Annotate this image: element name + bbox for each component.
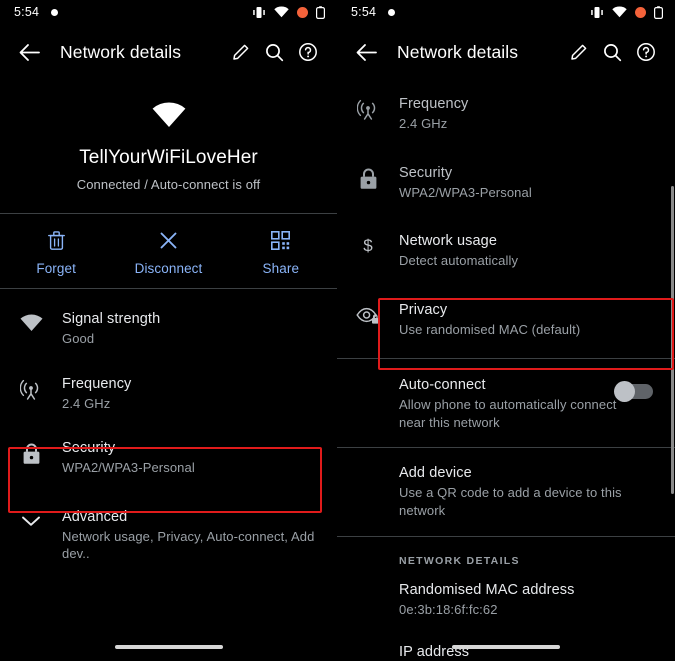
list-item-subtitle: WPA2/WPA3-Personal [399, 184, 532, 200]
list-item-subtitle: Use randomised MAC (default) [399, 321, 581, 337]
antenna-icon [0, 376, 62, 401]
edit-icon[interactable] [223, 35, 257, 69]
action-button-row: Forget Disconnect Share [0, 214, 337, 288]
network-status: Connected / Auto-connect is off [76, 177, 261, 192]
lock-icon [337, 165, 399, 190]
wifi-icon [612, 6, 627, 18]
list-item-subtitle: 2.4 GHz [62, 395, 111, 411]
disconnect-button[interactable]: Disconnect [112, 228, 224, 276]
search-icon[interactable] [257, 35, 291, 69]
list-item-frequency[interactable]: Frequency 2.4 GHz [337, 82, 675, 147]
list-item-title: Security [399, 164, 453, 181]
list-item-security[interactable]: Security WPA2/WPA3-Personal [0, 426, 337, 491]
trash-icon [0, 228, 112, 252]
list-item-randomised-mac[interactable]: Randomised MAC address 0e:3b:18:6f:fc:62 [337, 571, 675, 630]
battery-icon [316, 5, 325, 19]
svg-text:$: $ [363, 236, 373, 255]
list-item-title: Frequency [62, 375, 132, 392]
wifi-icon [0, 311, 62, 332]
list-item-subtitle: Good [62, 331, 95, 346]
dollar-icon: $ [337, 233, 399, 256]
network-ssid: TellYourWiFiLoveHer [79, 147, 258, 168]
list-item-subtitle: WPA2/WPA3-Personal [62, 460, 195, 476]
status-bar: 5:54 [0, 0, 337, 24]
chevron-down-icon [0, 509, 62, 527]
list-item-add-device[interactable]: Add device Use a QR code to add a device… [337, 448, 675, 536]
list-item-title: Security [62, 440, 116, 457]
list-item-auto-connect[interactable]: Auto-connect Allow phone to automaticall… [337, 359, 675, 447]
list-item-subtitle: 2.4 GHz [399, 116, 448, 131]
list-item-security[interactable]: Security WPA2/WPA3-Personal [337, 147, 675, 216]
advanced-subtitle: Network usage, Privacy, Auto-connect, Ad… [62, 528, 315, 562]
auto-connect-subtitle: Allow phone to automatically connect nea… [399, 397, 617, 430]
list-item-subtitle: Detect automatically [399, 253, 519, 269]
section-header-network-details: NETWORK DETAILS [399, 555, 520, 568]
disconnect-label: Disconnect [134, 261, 203, 276]
navigation-pill[interactable] [452, 645, 560, 649]
right-phone-screen: 5:54 Network details Frequency 2.4 GHz S… [337, 0, 675, 661]
toggle-knob [614, 381, 635, 403]
close-icon [112, 228, 224, 252]
status-bar-time: 5:54 [351, 5, 377, 19]
auto-connect-title: Auto-connect [399, 377, 486, 394]
orange-status-dot-icon [297, 6, 308, 18]
add-device-subtitle: Use a QR code to add a device to this ne… [399, 485, 622, 518]
list-item-network-usage[interactable]: $ Network usage Detect automatically [337, 215, 675, 284]
back-arrow-icon[interactable] [14, 37, 44, 67]
navigation-pill[interactable] [114, 645, 223, 649]
back-arrow-icon[interactable] [351, 37, 381, 67]
edit-icon[interactable] [561, 35, 595, 69]
page-title: Network details [60, 41, 182, 62]
eye-lock-icon [337, 302, 399, 325]
vibrate-icon [253, 6, 265, 18]
help-icon[interactable] [629, 35, 663, 69]
lock-icon [0, 440, 62, 465]
antenna-icon [337, 96, 399, 121]
network-hero: TellYourWiFiLoveHer Connected / Auto-con… [0, 80, 337, 192]
status-bar-time: 5:54 [14, 5, 40, 19]
list-item-title: Privacy [399, 301, 448, 318]
wifi-icon [152, 102, 186, 133]
help-icon[interactable] [291, 35, 325, 69]
qr-code-icon [225, 228, 337, 252]
notification-dot-icon [51, 8, 59, 16]
list-item-privacy[interactable]: Privacy Use randomised MAC (default) [337, 284, 675, 353]
orange-status-dot-icon [635, 6, 646, 18]
share-button[interactable]: Share [225, 228, 337, 276]
forget-button[interactable]: Forget [0, 228, 112, 276]
list-item-title: Signal strength [62, 311, 161, 327]
status-bar: 5:54 [337, 0, 675, 24]
list-item-frequency[interactable]: Frequency 2.4 GHz [0, 362, 337, 427]
detail-title: Randomised MAC address [399, 582, 575, 599]
app-bar: Network details [0, 24, 337, 80]
vibrate-icon [591, 6, 603, 18]
wifi-icon [274, 6, 289, 18]
dual-screenshot: 5:54 Network details TellYourWiFiLoveHer… [0, 0, 675, 661]
notification-dot-icon [388, 8, 396, 16]
auto-connect-toggle[interactable] [614, 381, 653, 403]
list-item-signal-strength[interactable]: Signal strength Good [0, 297, 337, 362]
app-bar: Network details [337, 24, 675, 80]
list-item-advanced[interactable]: Advanced Network usage, Privacy, Auto-co… [0, 491, 337, 577]
left-phone-screen: 5:54 Network details TellYourWiFiLoveHer… [0, 0, 337, 661]
advanced-title: Advanced [62, 508, 128, 525]
list-item-title: Frequency [399, 96, 469, 112]
search-icon[interactable] [595, 35, 629, 69]
detail-value: 0e:3b:18:6f:fc:62 [399, 602, 498, 618]
vertical-scrollbar[interactable] [671, 186, 674, 494]
add-device-title: Add device [399, 465, 472, 482]
list-item-title: Network usage [399, 233, 498, 250]
battery-icon [654, 5, 663, 19]
page-title: Network details [397, 41, 519, 62]
share-label: Share [262, 261, 300, 276]
forget-label: Forget [36, 261, 76, 276]
